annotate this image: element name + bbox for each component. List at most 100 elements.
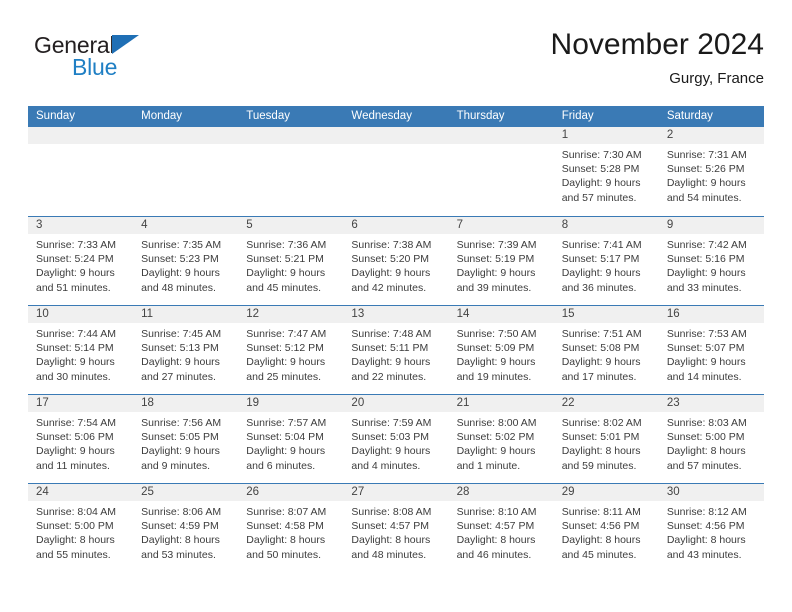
sunrise-time: Sunrise: 7:33 AM — [36, 239, 116, 251]
daylight-duration-line2: and 30 minutes. — [36, 370, 111, 383]
daylight-duration-line1: Daylight: 9 hours — [36, 267, 115, 280]
calendar-day-cell[interactable]: 16 Sunrise: 7:53 AM Sunset: 5:07 PM Dayligh… — [658, 306, 764, 394]
daylight-duration-line1: Daylight: 9 hours — [141, 445, 220, 458]
daylight-duration-line1: Daylight: 8 hours — [36, 534, 115, 547]
calendar-week-row: 3 Sunrise: 7:33 AM Sunset: 5:24 PM Daylight… — [28, 216, 764, 305]
day-number: 3 — [28, 217, 134, 234]
calendar-day-cell[interactable]: 18 Sunrise: 7:56 AM Sunset: 5:05 PM Dayligh… — [133, 395, 239, 483]
calendar-day-cell[interactable]: 9 Sunrise: 7:42 AM Sunset: 5:16 PM Daylight… — [658, 217, 764, 305]
calendar-day-cell[interactable]: 6 Sunrise: 7:38 AM Sunset: 5:20 PM Daylight… — [343, 217, 449, 305]
sunset-time: Sunset: 5:24 PM — [36, 253, 114, 266]
sunrise-time: Sunrise: 7:57 AM — [246, 417, 327, 429]
day-number — [238, 127, 344, 144]
sunset-time: Sunset: 5:04 PM — [246, 431, 324, 444]
daylight-duration-line2: and 57 minutes. — [561, 191, 637, 204]
calendar-day-cell[interactable]: 11 Sunrise: 7:45 AM Sunset: 5:13 PM Dayligh… — [133, 306, 239, 394]
daylight-duration-line1: Daylight: 9 hours — [36, 445, 115, 458]
weekday-header-saturday: Saturday — [666, 110, 713, 122]
daylight-duration-line1: Daylight: 9 hours — [246, 267, 326, 280]
daylight-duration-line1: Daylight: 9 hours — [561, 267, 641, 280]
calendar-day-cell[interactable]: 17 Sunrise: 7:54 AM Sunset: 5:06 PM Dayligh… — [28, 395, 134, 483]
day-number: 27 — [343, 484, 449, 501]
day-number — [28, 127, 134, 144]
calendar-day-cell[interactable]: 14 Sunrise: 7:50 AM Sunset: 5:09 PM Dayligh… — [448, 306, 554, 394]
calendar-week-row: 10 Sunrise: 7:44 AM Sunset: 5:14 PM Dayligh… — [28, 305, 764, 394]
weekday-header-monday: Monday — [141, 110, 183, 122]
day-number: 1 — [553, 127, 659, 144]
daylight-duration-line2: and 55 minutes. — [36, 548, 111, 561]
calendar-day-cell[interactable]: 25 Sunrise: 8:06 AM Sunset: 4:59 PM Dayligh… — [133, 484, 239, 572]
calendar-day-cell[interactable]: 19 Sunrise: 7:57 AM Sunset: 5:04 PM Dayligh… — [238, 395, 344, 483]
location-subtitle: Gurgy, France — [669, 70, 764, 87]
daylight-duration-line2: and 6 minutes. — [246, 459, 316, 472]
calendar-day-cell[interactable]: 2 Sunrise: 7:31 AM Sunset: 5:26 PM Daylight… — [658, 127, 764, 216]
calendar-day-cell[interactable]: 12 Sunrise: 7:47 AM Sunset: 5:12 PM Dayligh… — [238, 306, 344, 394]
daylight-duration-line1: Daylight: 9 hours — [141, 356, 220, 369]
day-number — [133, 127, 239, 144]
calendar-day-cell[interactable]: 15 Sunrise: 7:51 AM Sunset: 5:08 PM Dayligh… — [553, 306, 659, 394]
day-number: 4 — [133, 217, 239, 234]
calendar-day-cell[interactable]: 10 Sunrise: 7:44 AM Sunset: 5:14 PM Dayligh… — [28, 306, 134, 394]
calendar-day-cell[interactable]: 26 Sunrise: 8:07 AM Sunset: 4:58 PM Dayligh… — [238, 484, 344, 572]
day-details: Sunrise: 8:12 AM Sunset: 4:56 PM Daylight:… — [659, 501, 764, 562]
calendar-day-cell[interactable]: 28 Sunrise: 8:10 AM Sunset: 4:57 PM Dayligh… — [448, 484, 554, 572]
daylight-duration-line2: and 53 minutes. — [141, 548, 216, 561]
daylight-duration-line2: and 50 minutes. — [246, 548, 321, 561]
daylight-duration-line1: Daylight: 9 hours — [351, 267, 431, 280]
sunset-time: Sunset: 5:00 PM — [666, 431, 745, 444]
day-details: Sunrise: 7:31 AM Sunset: 5:26 PM Daylight:… — [659, 144, 764, 205]
calendar-weeks: 1 Sunrise: 7:30 AM Sunset: 5:28 PM Daylight… — [28, 127, 764, 572]
day-details: Sunrise: 7:38 AM Sunset: 5:20 PM Daylight:… — [343, 234, 448, 295]
daylight-duration-line1: Daylight: 9 hours — [561, 177, 641, 190]
logo-secondary-text: Blue — [72, 54, 118, 80]
calendar-day-cell[interactable]: 13 Sunrise: 7:48 AM Sunset: 5:11 PM Dayligh… — [343, 306, 449, 394]
day-number: 19 — [238, 395, 344, 412]
sunrise-time: Sunrise: 8:07 AM — [246, 506, 327, 518]
calendar-day-cell[interactable]: 8 Sunrise: 7:41 AM Sunset: 5:17 PM Daylight… — [553, 217, 659, 305]
day-number: 9 — [658, 217, 764, 234]
daylight-duration-line1: Daylight: 9 hours — [36, 356, 115, 369]
calendar-day-cell[interactable]: 23 Sunrise: 8:03 AM Sunset: 5:00 PM Dayligh… — [658, 395, 764, 483]
day-number: 2 — [658, 127, 764, 144]
sunrise-time: Sunrise: 7:44 AM — [36, 328, 116, 340]
daylight-duration-line1: Daylight: 9 hours — [246, 445, 326, 458]
calendar-day-cell[interactable]: 29 Sunrise: 8:11 AM Sunset: 4:56 PM Dayligh… — [553, 484, 659, 572]
daylight-duration-line2: and 36 minutes. — [561, 281, 637, 294]
calendar-week-row: 24 Sunrise: 8:04 AM Sunset: 5:00 PM Dayligh… — [28, 483, 764, 572]
weekday-header-thursday: Thursday — [456, 110, 505, 122]
daylight-duration-line2: and 59 minutes. — [561, 459, 637, 472]
sunrise-time: Sunrise: 7:42 AM — [666, 239, 747, 251]
day-number: 16 — [658, 306, 764, 323]
calendar-day-cell[interactable]: 1 Sunrise: 7:30 AM Sunset: 5:28 PM Daylight… — [553, 127, 659, 216]
day-details: Sunrise: 7:48 AM Sunset: 5:11 PM Daylight:… — [343, 323, 448, 384]
sunset-time: Sunset: 4:56 PM — [561, 520, 640, 533]
day-number: 25 — [133, 484, 239, 501]
calendar-day-cell[interactable]: 20 Sunrise: 7:59 AM Sunset: 5:03 PM Dayligh… — [343, 395, 449, 483]
daylight-duration-line1: Daylight: 8 hours — [246, 534, 326, 547]
daylight-duration-line1: Daylight: 8 hours — [456, 534, 536, 547]
day-details: Sunrise: 7:57 AM Sunset: 5:04 PM Daylight:… — [238, 412, 343, 473]
day-number: 21 — [448, 395, 554, 412]
sunset-time: Sunset: 5:21 PM — [246, 253, 324, 266]
calendar-day-cell[interactable]: 30 Sunrise: 8:12 AM Sunset: 4:56 PM Dayligh… — [658, 484, 764, 572]
calendar-day-cell[interactable]: 7 Sunrise: 7:39 AM Sunset: 5:19 PM Daylight… — [448, 217, 554, 305]
sunrise-time: Sunrise: 7:41 AM — [561, 239, 642, 251]
calendar-day-cell[interactable]: 4 Sunrise: 7:35 AM Sunset: 5:23 PM Daylight… — [133, 217, 239, 305]
daylight-duration-line2: and 39 minutes. — [456, 281, 532, 294]
calendar-day-cell[interactable]: 24 Sunrise: 8:04 AM Sunset: 5:00 PM Dayligh… — [28, 484, 134, 572]
daylight-duration-line2: and 22 minutes. — [351, 370, 427, 383]
calendar-day-cell[interactable]: 27 Sunrise: 8:08 AM Sunset: 4:57 PM Dayligh… — [343, 484, 449, 572]
calendar-day-cell[interactable]: 3 Sunrise: 7:33 AM Sunset: 5:24 PM Daylight… — [28, 217, 134, 305]
daylight-duration-line2: and 11 minutes. — [36, 459, 110, 472]
calendar-day-cell[interactable]: 21 Sunrise: 8:00 AM Sunset: 5:02 PM Dayligh… — [448, 395, 554, 483]
daylight-duration-line2: and 45 minutes. — [561, 548, 637, 561]
sunset-time: Sunset: 4:56 PM — [666, 520, 745, 533]
daylight-duration-line2: and 48 minutes. — [351, 548, 427, 561]
day-number: 24 — [28, 484, 134, 501]
sunrise-time: Sunrise: 7:36 AM — [246, 239, 327, 251]
day-number: 29 — [553, 484, 659, 501]
sunrise-time: Sunrise: 7:47 AM — [246, 328, 327, 340]
sunset-time: Sunset: 5:09 PM — [456, 342, 535, 355]
calendar-day-cell[interactable]: 22 Sunrise: 8:02 AM Sunset: 5:01 PM Dayligh… — [553, 395, 659, 483]
calendar-day-cell[interactable]: 5 Sunrise: 7:36 AM Sunset: 5:21 PM Daylight… — [238, 217, 344, 305]
